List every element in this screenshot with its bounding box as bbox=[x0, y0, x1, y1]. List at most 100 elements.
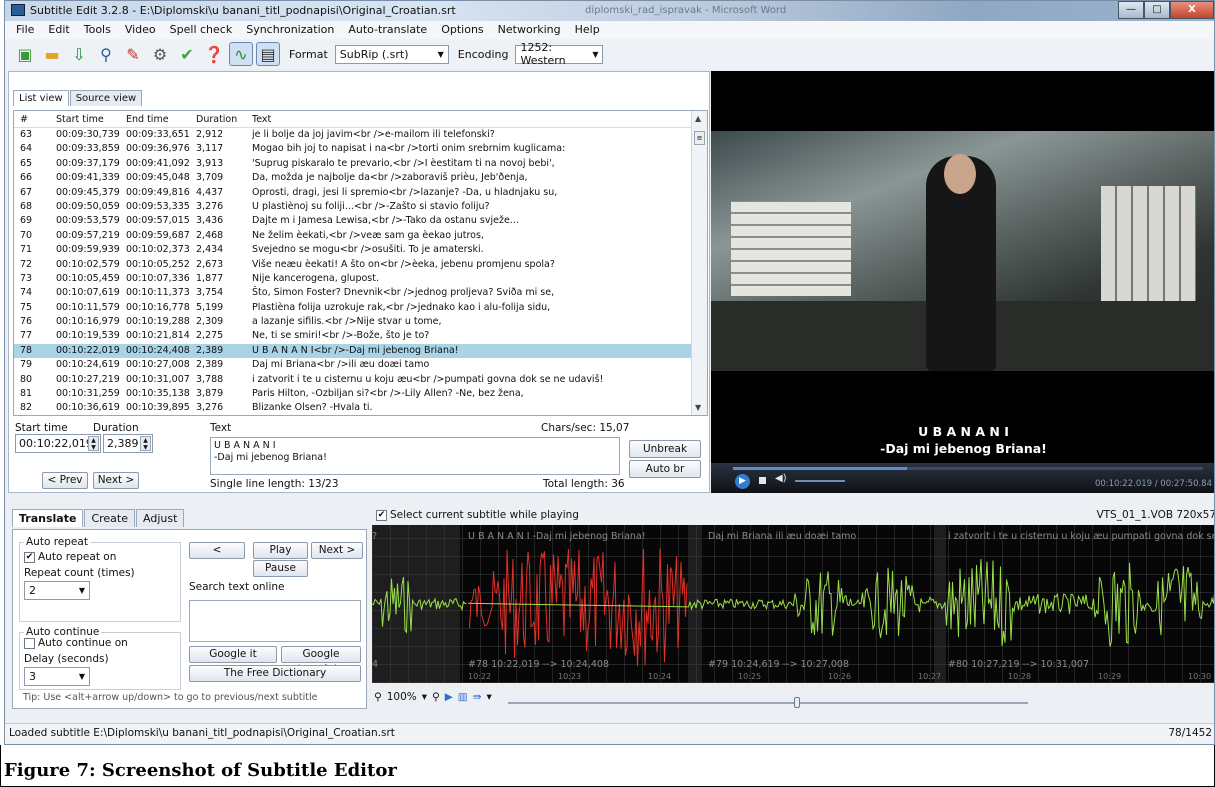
zoom-out-icon[interactable]: ⚲ bbox=[374, 691, 382, 703]
menu-options[interactable]: Options bbox=[434, 21, 490, 39]
help-icon[interactable]: ❓ bbox=[202, 42, 226, 66]
table-row[interactable]: 73 00:10:05,459 00:10:07,336 1,877 Nije kanc… bbox=[14, 272, 707, 286]
spectrogram-icon[interactable]: ▥ bbox=[458, 691, 468, 703]
spinner-arrows-icon[interactable]: ▲ ▼ bbox=[140, 436, 151, 451]
free-dictionary-button[interactable]: The Free Dictionary bbox=[189, 665, 361, 682]
volume-slider[interactable] bbox=[795, 480, 845, 482]
open-folder-icon[interactable]: ▬ bbox=[40, 42, 64, 66]
table-row[interactable]: 80 00:10:27,219 00:10:31,007 3,788 i zatvori… bbox=[14, 373, 707, 387]
column-header-end[interactable]: End time bbox=[126, 111, 196, 127]
previous-button[interactable]: < bbox=[189, 542, 245, 559]
tab-create[interactable]: Create bbox=[84, 509, 135, 527]
next-subtitle-button[interactable]: Next > bbox=[311, 542, 363, 559]
fix-errors-icon[interactable]: ⚙ bbox=[148, 42, 172, 66]
menu-tools[interactable]: Tools bbox=[77, 21, 118, 39]
table-row[interactable]: 77 00:10:19,539 00:10:21,814 2,275 Ne, ti se… bbox=[14, 329, 707, 343]
table-row[interactable]: 68 00:09:50,059 00:09:53,335 3,276 U plastiè… bbox=[14, 200, 707, 214]
checkbox-checked-icon[interactable]: ✔ bbox=[24, 551, 35, 563]
menu-synchronization[interactable]: Synchronization bbox=[239, 21, 341, 39]
scroll-down-icon[interactable]: ▼ bbox=[695, 403, 701, 412]
format-select[interactable]: SubRip (.srt) ▼ bbox=[334, 44, 449, 64]
table-row[interactable]: 74 00:10:07,619 00:10:11,373 3,754 Što, Simo… bbox=[14, 286, 707, 300]
search-text-input[interactable] bbox=[189, 600, 361, 642]
tab-translate[interactable]: Translate bbox=[12, 509, 84, 527]
scroll-thumb[interactable]: ≡ bbox=[694, 131, 705, 145]
google-translate-button[interactable]: Google translate bbox=[281, 646, 361, 675]
grid-scrollbar[interactable]: ▲ ≡ ▼ bbox=[691, 111, 707, 415]
play-button[interactable]: Play bbox=[253, 542, 308, 559]
table-row[interactable]: 65 00:09:37,179 00:09:41,092 3,913 'Suprug p… bbox=[14, 157, 707, 171]
table-row[interactable]: 64 00:09:33,859 00:09:36,976 3,117 Mogao bih… bbox=[14, 142, 707, 156]
table-row[interactable]: 63 00:09:30,739 00:09:33,651 2,912 je li bol… bbox=[14, 128, 707, 142]
maximize-button[interactable]: □ bbox=[1144, 1, 1170, 19]
chevron-down-icon[interactable]: ▾ bbox=[422, 691, 427, 703]
spell-check-icon[interactable]: ✔ bbox=[175, 42, 199, 66]
video-icon[interactable]: ▤ bbox=[256, 42, 280, 66]
delay-select[interactable]: 3 ▼ bbox=[24, 667, 90, 686]
new-file-icon[interactable]: ▣ bbox=[13, 42, 37, 66]
waveform-icon[interactable]: ∿ bbox=[229, 42, 253, 66]
chevron-down-icon[interactable]: ▾ bbox=[487, 691, 492, 703]
google-it-button[interactable]: Google it bbox=[189, 646, 277, 663]
audio-waveform[interactable]: ? U B A N A N I -Daj mi jebenog Briana! … bbox=[372, 525, 1214, 683]
find-icon[interactable]: ⚲ bbox=[94, 42, 118, 66]
column-header-duration[interactable]: Duration bbox=[196, 111, 252, 127]
table-row[interactable]: 71 00:09:59,939 00:10:02,373 2,434 Svejedno … bbox=[14, 243, 707, 257]
menu-edit[interactable]: Edit bbox=[41, 21, 76, 39]
table-row[interactable]: 82 00:10:36,619 00:10:39,895 3,276 Blizanke … bbox=[14, 401, 707, 415]
volume-icon[interactable]: ◀) bbox=[775, 473, 787, 484]
column-header-start[interactable]: Start time bbox=[56, 111, 126, 127]
table-row[interactable]: 70 00:09:57,219 00:09:59,687 2,468 Ne želim … bbox=[14, 229, 707, 243]
table-row[interactable]: 75 00:10:11,579 00:10:16,778 5,199 Plastièna… bbox=[14, 301, 707, 315]
arrows-icon[interactable]: ⇛ bbox=[473, 691, 482, 703]
menu-video[interactable]: Video bbox=[118, 21, 163, 39]
start-time-input[interactable]: 00:10:22,019 ▲ ▼ bbox=[15, 434, 101, 453]
table-row[interactable]: 67 00:09:45,379 00:09:49,816 4,437 Oprosti, … bbox=[14, 186, 707, 200]
table-row[interactable]: 72 00:10:02,579 00:10:05,252 2,673 Više neæu… bbox=[14, 258, 707, 272]
scroll-up-icon[interactable]: ▲ bbox=[695, 114, 701, 123]
column-header-text[interactable]: Text bbox=[252, 111, 672, 127]
table-row[interactable]: 76 00:10:16,979 00:10:19,288 2,309 a lazanje… bbox=[14, 315, 707, 329]
video-seek-bar[interactable] bbox=[733, 467, 1203, 470]
menu-help[interactable]: Help bbox=[568, 21, 607, 39]
checkbox-checked-icon[interactable]: ✔ bbox=[376, 509, 387, 521]
checkbox-unchecked-icon[interactable] bbox=[24, 637, 35, 649]
zoom-level[interactable]: 100% bbox=[387, 691, 417, 703]
column-header-number[interactable]: # bbox=[14, 111, 56, 127]
waveform-position-slider[interactable] bbox=[508, 697, 1028, 708]
menu-auto-translate[interactable]: Auto-translate bbox=[341, 21, 434, 39]
save-icon[interactable]: ⇩ bbox=[67, 42, 91, 66]
next-button[interactable]: Next > bbox=[93, 472, 139, 489]
stop-icon[interactable] bbox=[759, 477, 766, 484]
menu-networking[interactable]: Networking bbox=[491, 21, 568, 39]
replace-icon[interactable]: ✎ bbox=[121, 42, 145, 66]
minimize-button[interactable]: — bbox=[1118, 1, 1144, 19]
table-row[interactable]: 79 00:10:24,619 00:10:27,008 2,389 Daj mi Br… bbox=[14, 358, 707, 372]
select-while-playing-checkbox[interactable]: ✔ Select current subtitle while playing bbox=[376, 509, 579, 521]
tab-list-view[interactable]: List view bbox=[13, 90, 69, 106]
video-player[interactable]: U B A N A N I -Daj mi jebenog Briana! ▶ … bbox=[711, 71, 1214, 493]
play-icon[interactable]: ▶ bbox=[445, 691, 453, 703]
unbreak-button[interactable]: Unbreak bbox=[629, 440, 701, 458]
repeat-count-select[interactable]: 2 ▼ bbox=[24, 581, 90, 600]
subtitle-text-input[interactable]: U B A N A N I -Daj mi jebenog Briana! bbox=[210, 437, 620, 475]
tab-adjust[interactable]: Adjust bbox=[136, 509, 185, 527]
tab-source-view[interactable]: Source view bbox=[69, 90, 143, 106]
slider-knob[interactable] bbox=[794, 697, 800, 708]
zoom-in-icon[interactable]: ⚲ bbox=[432, 691, 440, 703]
table-row[interactable]: 66 00:09:41,339 00:09:45,048 3,709 Da, možda… bbox=[14, 171, 707, 185]
auto-repeat-checkbox[interactable]: ✔ Auto repeat on bbox=[24, 551, 116, 563]
encoding-select[interactable]: 1252: Western ▼ bbox=[515, 41, 604, 67]
auto-continue-checkbox[interactable]: Auto continue on bbox=[24, 637, 128, 649]
spinner-arrows-icon[interactable]: ▲ ▼ bbox=[88, 436, 99, 451]
auto-br-button[interactable]: Auto br bbox=[629, 460, 701, 478]
prev-button[interactable]: < Prev bbox=[42, 472, 88, 489]
table-row[interactable]: 78 00:10:22,019 00:10:24,408 2,389 U B A N A… bbox=[14, 343, 707, 359]
duration-input[interactable]: 2,389 ▲ ▼ bbox=[103, 434, 153, 453]
pause-button[interactable]: Pause bbox=[253, 560, 308, 577]
close-button[interactable]: X bbox=[1170, 1, 1214, 19]
table-row[interactable]: 81 00:10:31,259 00:10:35,138 3,879 Paris Hil… bbox=[14, 387, 707, 401]
table-row[interactable]: 69 00:09:53,579 00:09:57,015 3,436 Dajte m i… bbox=[14, 214, 707, 228]
play-icon[interactable]: ▶ bbox=[735, 474, 750, 489]
menu-spell-check[interactable]: Spell check bbox=[163, 21, 240, 39]
